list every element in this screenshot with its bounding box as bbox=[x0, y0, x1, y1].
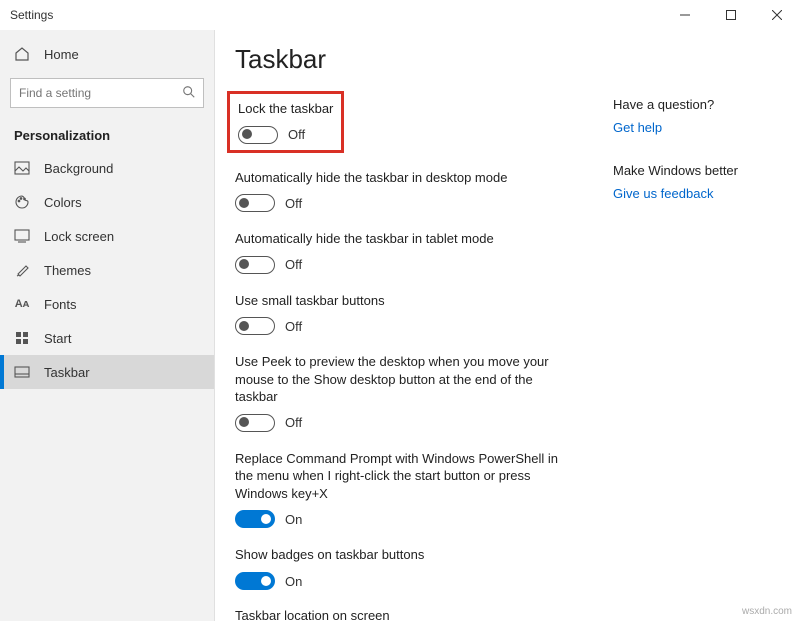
home-label: Home bbox=[44, 47, 79, 62]
setting-label: Use small taskbar buttons bbox=[235, 292, 565, 310]
titlebar: Settings bbox=[0, 0, 800, 30]
feedback-link[interactable]: Give us feedback bbox=[613, 186, 763, 201]
window-title: Settings bbox=[10, 8, 662, 22]
home-button[interactable]: Home bbox=[0, 38, 214, 70]
content-inner: Lock the taskbar Off Automatically hide … bbox=[235, 97, 800, 621]
setting-powershell: Replace Command Prompt with Windows Powe… bbox=[235, 450, 565, 529]
setting-label: Lock the taskbar bbox=[238, 100, 333, 118]
setting-label: Use Peek to preview the desktop when you… bbox=[235, 353, 565, 406]
toggle-small-buttons[interactable] bbox=[235, 317, 275, 335]
sidebar-item-label: Colors bbox=[44, 195, 82, 210]
sidebar-item-label: Start bbox=[44, 331, 71, 346]
maximize-button[interactable] bbox=[708, 0, 754, 30]
sidebar-item-taskbar[interactable]: Taskbar bbox=[0, 355, 214, 389]
minimize-button[interactable] bbox=[662, 0, 708, 30]
themes-icon bbox=[14, 262, 30, 278]
home-icon bbox=[14, 46, 30, 62]
setting-label: Automatically hide the taskbar in tablet… bbox=[235, 230, 565, 248]
sidebar-item-label: Lock screen bbox=[44, 229, 114, 244]
sidebar-item-lock-screen[interactable]: Lock screen bbox=[0, 219, 214, 253]
setting-small-buttons: Use small taskbar buttons Off bbox=[235, 292, 565, 336]
toggle-state: Off bbox=[285, 257, 302, 272]
sidebar: Home Personalization Background Colors L… bbox=[0, 30, 215, 621]
nav-category: Personalization bbox=[0, 116, 214, 151]
setting-autohide-tablet: Automatically hide the taskbar in tablet… bbox=[235, 230, 565, 274]
right-column: Have a question? Get help Make Windows b… bbox=[613, 97, 763, 621]
toggle-state: On bbox=[285, 574, 302, 589]
search-icon bbox=[182, 85, 196, 99]
sidebar-item-start[interactable]: Start bbox=[0, 321, 214, 355]
toggle-state: Off bbox=[288, 127, 305, 142]
toggle-autohide-desktop[interactable] bbox=[235, 194, 275, 212]
taskbar-icon bbox=[14, 364, 30, 380]
close-button[interactable] bbox=[754, 0, 800, 30]
get-help-link[interactable]: Get help bbox=[613, 120, 763, 135]
setting-label: Automatically hide the taskbar in deskto… bbox=[235, 169, 565, 187]
sidebar-item-colors[interactable]: Colors bbox=[0, 185, 214, 219]
sidebar-item-fonts[interactable]: Aᴀ Fonts bbox=[0, 287, 214, 321]
search-input[interactable] bbox=[10, 78, 204, 108]
setting-label: Replace Command Prompt with Windows Powe… bbox=[235, 450, 565, 503]
colors-icon bbox=[14, 194, 30, 210]
watermark: wsxdn.com bbox=[742, 606, 792, 617]
page-title: Taskbar bbox=[235, 44, 800, 75]
feedback-block: Make Windows better Give us feedback bbox=[613, 163, 763, 201]
toggle-powershell[interactable] bbox=[235, 510, 275, 528]
fonts-icon: Aᴀ bbox=[14, 296, 30, 312]
question-heading: Have a question? bbox=[613, 97, 763, 112]
feedback-heading: Make Windows better bbox=[613, 163, 763, 178]
sidebar-item-background[interactable]: Background bbox=[0, 151, 214, 185]
background-icon bbox=[14, 160, 30, 176]
dropdown-label: Taskbar location on screen bbox=[235, 608, 565, 621]
sidebar-item-label: Background bbox=[44, 161, 113, 176]
content: Taskbar Lock the taskbar Off Automatical… bbox=[215, 30, 800, 621]
highlight-box: Lock the taskbar Off bbox=[227, 91, 344, 153]
setting-peek: Use Peek to preview the desktop when you… bbox=[235, 353, 565, 432]
toggle-state: Off bbox=[285, 319, 302, 334]
main: Home Personalization Background Colors L… bbox=[0, 30, 800, 621]
sidebar-item-label: Fonts bbox=[44, 297, 77, 312]
question-block: Have a question? Get help bbox=[613, 97, 763, 135]
sidebar-item-label: Themes bbox=[44, 263, 91, 278]
setting-label: Show badges on taskbar buttons bbox=[235, 546, 565, 564]
toggle-row: Off bbox=[238, 126, 333, 144]
toggle-state: Off bbox=[285, 196, 302, 211]
toggle-state: Off bbox=[285, 415, 302, 430]
search-wrap bbox=[10, 78, 204, 108]
toggle-state: On bbox=[285, 512, 302, 527]
toggle-autohide-tablet[interactable] bbox=[235, 256, 275, 274]
sidebar-item-label: Taskbar bbox=[44, 365, 90, 380]
start-icon bbox=[14, 330, 30, 346]
toggle-lock-taskbar[interactable] bbox=[238, 126, 278, 144]
setting-lock-taskbar: Lock the taskbar Off bbox=[238, 100, 333, 144]
setting-badges: Show badges on taskbar buttons On bbox=[235, 546, 565, 590]
lock-screen-icon bbox=[14, 228, 30, 244]
sidebar-item-themes[interactable]: Themes bbox=[0, 253, 214, 287]
dropdown-location: Taskbar location on screen Bottom bbox=[235, 608, 565, 621]
window-controls bbox=[662, 0, 800, 30]
toggle-peek[interactable] bbox=[235, 414, 275, 432]
settings-column: Lock the taskbar Off Automatically hide … bbox=[235, 97, 565, 621]
setting-autohide-desktop: Automatically hide the taskbar in deskto… bbox=[235, 169, 565, 213]
toggle-badges[interactable] bbox=[235, 572, 275, 590]
